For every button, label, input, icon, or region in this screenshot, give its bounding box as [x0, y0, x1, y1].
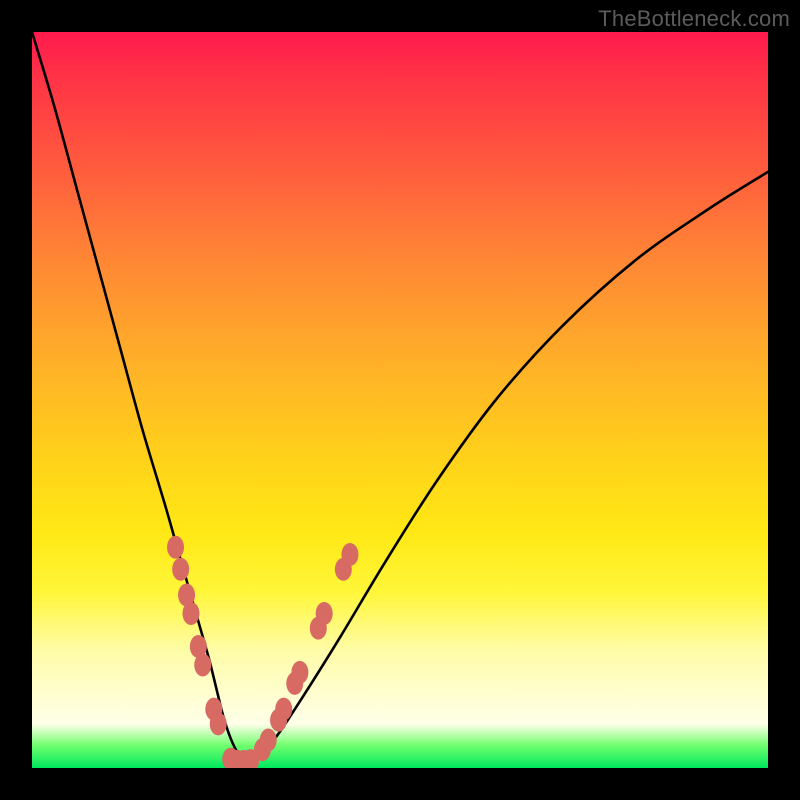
marker-dot: [316, 602, 333, 625]
marker-dot: [291, 661, 308, 684]
chart-frame: TheBottleneck.com: [0, 0, 800, 800]
watermark-text: TheBottleneck.com: [598, 6, 790, 32]
chart-svg: [32, 32, 768, 768]
marker-dot: [210, 712, 227, 735]
marker-dot: [194, 653, 211, 676]
plot-area: [32, 32, 768, 768]
marker-dot: [275, 698, 292, 721]
marker-dot: [172, 558, 189, 581]
marker-dot: [341, 543, 358, 566]
marker-dot: [167, 536, 184, 559]
bottleneck-curve: [32, 32, 768, 763]
marker-dot: [182, 602, 199, 625]
marker-dot: [260, 729, 277, 752]
